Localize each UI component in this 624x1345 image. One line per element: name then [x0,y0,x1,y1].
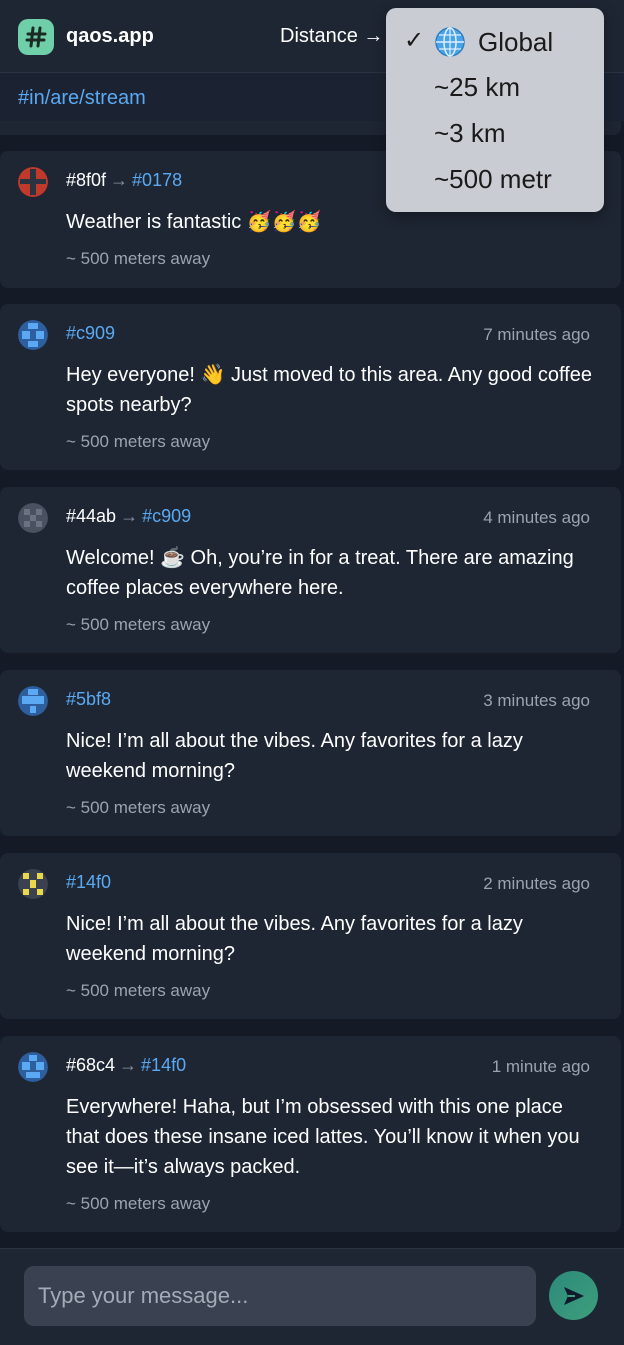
message-header: #14f0 [66,872,111,893]
message-text: Nice! I’m all about the vibes. Any favor… [66,730,523,782]
message-distance: ~ 500 meters away [66,798,211,817]
distance-option-label: ~25 km [434,72,520,102]
message-text: Everywhere! Haha, but I’m obsessed with … [66,1096,580,1178]
recipient-id[interactable]: #0178 [132,170,182,190]
sender-id[interactable]: #8f0f [66,170,106,190]
reply-arrow-icon: → [110,170,129,190]
recipient-id[interactable]: #14f0 [141,1055,186,1075]
avatar[interactable] [18,503,48,533]
message-header: #c909 [66,323,115,344]
message-header: #8f0f → #0178 [66,170,182,191]
distance-dropdown: ✓ Global ~25 km ~3 km ~500 metr [386,8,604,212]
message-time: 7 minutes ago [483,325,590,344]
distance-filter-label[interactable]: Distance → [280,25,383,48]
message-header: #68c4 → #14f0 [66,1055,186,1076]
avatar[interactable] [18,167,48,197]
message-text: Welcome! ☕ Oh, you’re in for a treat. Th… [66,547,574,599]
message-card: #c909 7 minutes ago Hey everyone! 👋 Just… [0,304,621,470]
sender-id[interactable]: #68c4 [66,1055,115,1075]
message-distance: ~ 500 meters away [66,249,211,268]
message-time: 1 minute ago [491,1057,590,1076]
avatar[interactable] [18,869,48,899]
send-icon [563,1286,584,1305]
message-text: Hey everyone! 👋 Just moved to this area.… [66,364,592,416]
message-card: #44ab → #c909 4 minutes ago Welcome! ☕ Oh,… [0,487,621,653]
distance-option-500m[interactable]: ~500 metr [386,158,604,202]
reply-arrow-icon: → [119,1055,138,1075]
message-text: Nice! I’m all about the vibes. Any favor… [66,913,523,965]
message-header: #5bf8 [66,689,111,710]
distance-option-global[interactable]: ✓ Global [386,20,604,64]
message-time: 2 minutes ago [483,874,590,893]
distance-option-label: Global [478,26,554,57]
distance-option-label: ~500 metr [434,164,552,194]
message-time: 3 minutes ago [483,691,590,710]
avatar[interactable] [18,1052,48,1082]
message-distance: ~ 500 meters away [66,615,211,634]
message-input[interactable] [24,1266,536,1326]
message-header: #44ab → #c909 [66,506,191,527]
message-distance: ~ 500 meters away [66,981,211,1000]
hash-logo-icon[interactable] [18,19,54,55]
message-card: #14f0 2 minutes ago Nice! I’m all about … [0,853,621,1019]
distance-option-25km[interactable]: ~25 km [386,66,604,110]
sender-id[interactable]: #c909 [66,323,115,343]
message-distance: ~ 500 meters away [66,432,211,451]
distance-option-label: ~3 km [434,118,506,148]
message-time: 4 minutes ago [483,508,590,527]
globe-icon [435,27,465,57]
sender-id[interactable]: #14f0 [66,872,111,892]
app-title[interactable]: qaos.app [66,25,154,48]
sender-id[interactable]: #44ab [66,506,116,526]
checkmark-icon: ✓ [404,27,425,54]
send-button[interactable] [549,1271,598,1320]
distance-option-3km[interactable]: ~3 km [386,112,604,156]
message-distance: ~ 500 meters away [66,1194,211,1213]
message-card: #5bf8 3 minutes ago Nice! I’m all about … [0,670,621,836]
channel-path[interactable]: #in/are/stream [18,87,146,110]
avatar[interactable] [18,686,48,716]
message-card: #68c4 → #14f0 1 minute ago Everywhere! Hah… [0,1036,621,1232]
sender-id[interactable]: #5bf8 [66,689,111,709]
avatar[interactable] [18,320,48,350]
reply-arrow-icon: → [120,506,139,526]
recipient-id[interactable]: #c909 [142,506,191,526]
